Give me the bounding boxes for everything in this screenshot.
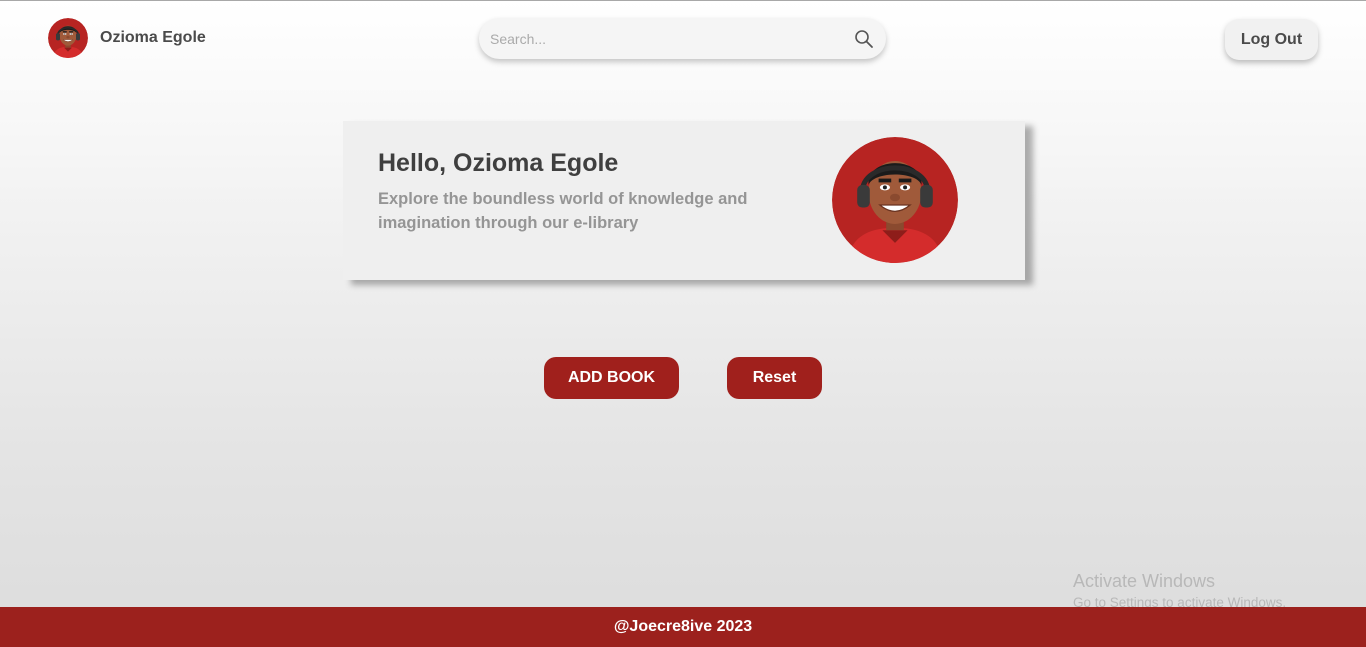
user-name: Ozioma Egole: [100, 29, 206, 46]
search-icon[interactable]: [854, 29, 874, 49]
greeting-title: Hello, Ozioma Egole: [378, 149, 619, 177]
footer-credit: @Joecre8ive 2023: [613, 618, 753, 635]
footer: @Joecre8ive 2023: [0, 607, 1366, 647]
search-input[interactable]: [479, 18, 839, 59]
activation-watermark: Activate Windows Go to Settings to activ…: [1073, 571, 1286, 610]
search-bar: [479, 18, 886, 59]
welcome-card: Hello, Ozioma Egole Explore the boundles…: [343, 121, 1025, 280]
watermark-title: Activate Windows: [1073, 571, 1216, 591]
avatar: [48, 18, 88, 58]
logout-button[interactable]: Log Out: [1225, 19, 1318, 60]
greeting-text: Explore the boundless world of knowledge…: [378, 190, 748, 232]
add-book-button[interactable]: ADD BOOK: [544, 357, 679, 399]
user-profile[interactable]: Ozioma Egole: [48, 18, 206, 58]
reset-button[interactable]: Reset: [727, 357, 822, 399]
avatar-large: [832, 137, 958, 263]
